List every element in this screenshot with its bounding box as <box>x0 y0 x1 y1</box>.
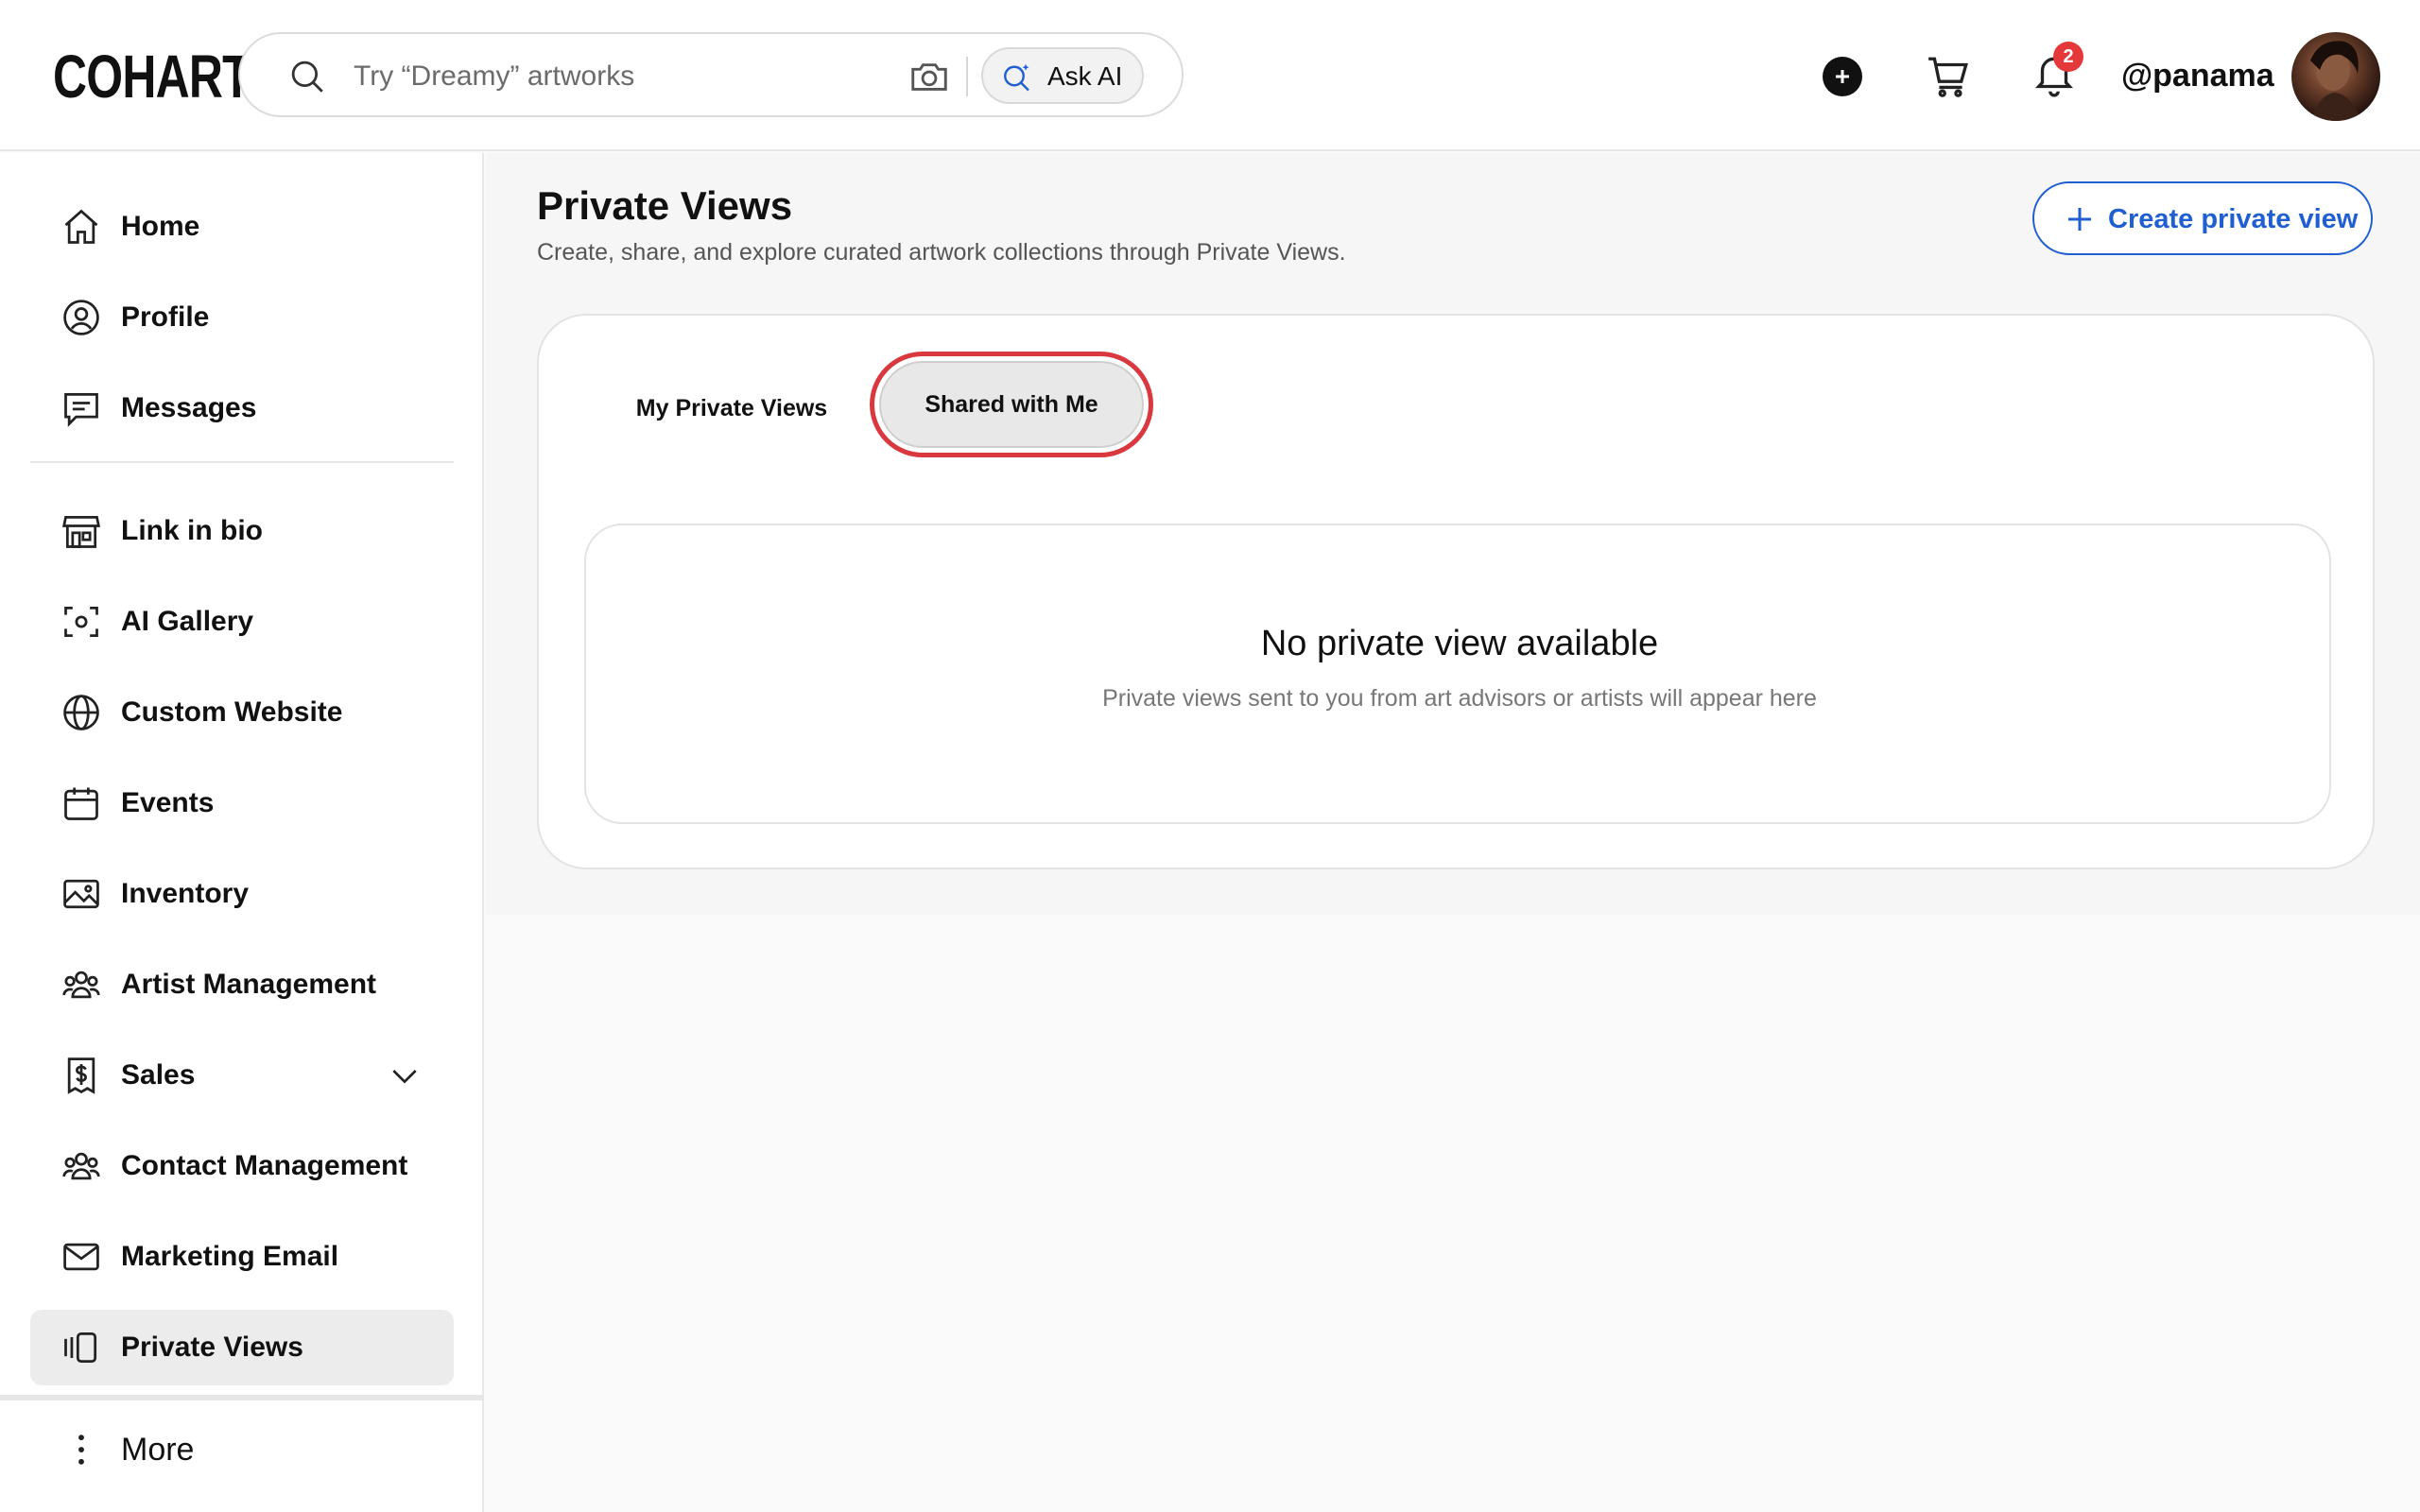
private-views-icon <box>64 1332 97 1364</box>
sidebar-item-label: Messages <box>121 392 257 423</box>
sidebar-item-messages[interactable]: Messages <box>30 370 454 446</box>
calendar-icon <box>64 787 98 820</box>
sidebar-item-profile[interactable]: Profile <box>30 280 454 355</box>
chevron-down-icon[interactable] <box>386 1057 424 1094</box>
empty-state-subtitle: Private views sent to you from art advis… <box>1102 685 1817 712</box>
cart-icon[interactable] <box>1925 53 1972 100</box>
sidebar-item-more[interactable]: More <box>30 1412 454 1487</box>
sidebar-item-label: Events <box>121 787 215 818</box>
storefront-icon <box>61 515 101 548</box>
sidebar: Home Profile Messages Link in bio AI Gal… <box>0 153 484 1512</box>
main-content: Private Views Create, share, and explore… <box>486 153 2420 1512</box>
sidebar-item-label: Artist Management <box>121 969 377 1000</box>
search-divider <box>966 57 968 96</box>
avatar[interactable] <box>2291 32 2380 121</box>
sidebar-item-custom-website[interactable]: Custom Website <box>30 675 454 750</box>
sidebar-item-events[interactable]: Events <box>30 765 454 841</box>
sidebar-item-label: Link in bio <box>121 515 263 546</box>
sidebar-item-private-views[interactable]: Private Views <box>30 1310 454 1385</box>
globe-icon <box>63 695 99 730</box>
sidebar-item-label: AI Gallery <box>121 606 254 637</box>
sidebar-item-label: Private Views <box>121 1332 303 1363</box>
sidebar-divider <box>0 1395 484 1400</box>
page-subtitle: Create, share, and explore curated artwo… <box>537 239 1346 266</box>
sidebar-item-marketing-email[interactable]: Marketing Email <box>30 1219 454 1295</box>
search-icon <box>291 60 323 93</box>
tab-my-private-views[interactable]: My Private Views <box>618 382 845 435</box>
plus-icon <box>2068 208 2091 231</box>
camera-icon[interactable] <box>908 55 951 98</box>
top-header: COHART Try “Dreamy” artworks Ask AI 2 @p… <box>0 0 2420 151</box>
image-icon <box>63 879 99 909</box>
more-label: More <box>121 1432 195 1468</box>
sidebar-divider <box>30 461 454 463</box>
private-views-card: My Private Views Shared with Me No priva… <box>537 314 2375 869</box>
add-button[interactable] <box>1823 57 1862 96</box>
empty-state-title: No private view available <box>1260 624 1659 663</box>
sidebar-item-label: Profile <box>121 301 210 333</box>
page-title: Private Views <box>537 183 793 228</box>
scan-icon <box>64 606 98 638</box>
create-private-view-button[interactable]: Create private view <box>2032 181 2373 255</box>
message-icon <box>64 392 98 427</box>
plus-icon <box>1836 70 1849 83</box>
mail-icon <box>63 1243 99 1271</box>
sidebar-item-label: Marketing Email <box>121 1241 339 1272</box>
username[interactable]: @panama <box>2121 53 2274 98</box>
cohart-logo[interactable]: COHART <box>53 43 251 110</box>
users-icon <box>62 1152 100 1180</box>
sidebar-item-label: Custom Website <box>121 696 343 728</box>
sidebar-item-label: Sales <box>121 1059 196 1091</box>
sidebar-item-ai-gallery[interactable]: AI Gallery <box>30 584 454 660</box>
create-private-view-label: Create private view <box>2108 204 2359 234</box>
sidebar-item-inventory[interactable]: Inventory <box>30 856 454 932</box>
receipt-dollar-icon <box>67 1057 95 1094</box>
sidebar-item-link-in-bio[interactable]: Link in bio <box>30 493 454 569</box>
sidebar-item-label: Home <box>121 211 200 242</box>
avatar-image <box>2310 41 2361 121</box>
sidebar-item-label: Inventory <box>121 878 250 909</box>
search-bar[interactable]: Try “Dreamy” artworks Ask AI <box>238 32 1184 117</box>
sidebar-item-sales[interactable]: Sales <box>30 1038 454 1113</box>
ask-ai-label: Ask AI <box>1047 61 1123 91</box>
search-placeholder[interactable]: Try “Dreamy” artworks <box>354 57 634 96</box>
empty-state: No private view available Private views … <box>584 524 2331 824</box>
user-circle-icon <box>63 300 99 335</box>
home-icon <box>64 209 98 244</box>
sidebar-item-label: Contact Management <box>121 1150 408 1181</box>
sidebar-item-artist-management[interactable]: Artist Management <box>30 947 454 1022</box>
users-icon <box>62 971 100 999</box>
ai-sparkle-search-icon <box>1004 63 1029 92</box>
notification-badge: 2 <box>2053 42 2083 72</box>
tab-shared-with-me[interactable]: Shared with Me <box>879 361 1144 448</box>
sidebar-item-home[interactable]: Home <box>30 189 454 265</box>
more-vertical-icon <box>78 1435 84 1465</box>
sidebar-item-contact-management[interactable]: Contact Management <box>30 1128 454 1204</box>
ask-ai-button[interactable]: Ask AI <box>981 47 1144 104</box>
